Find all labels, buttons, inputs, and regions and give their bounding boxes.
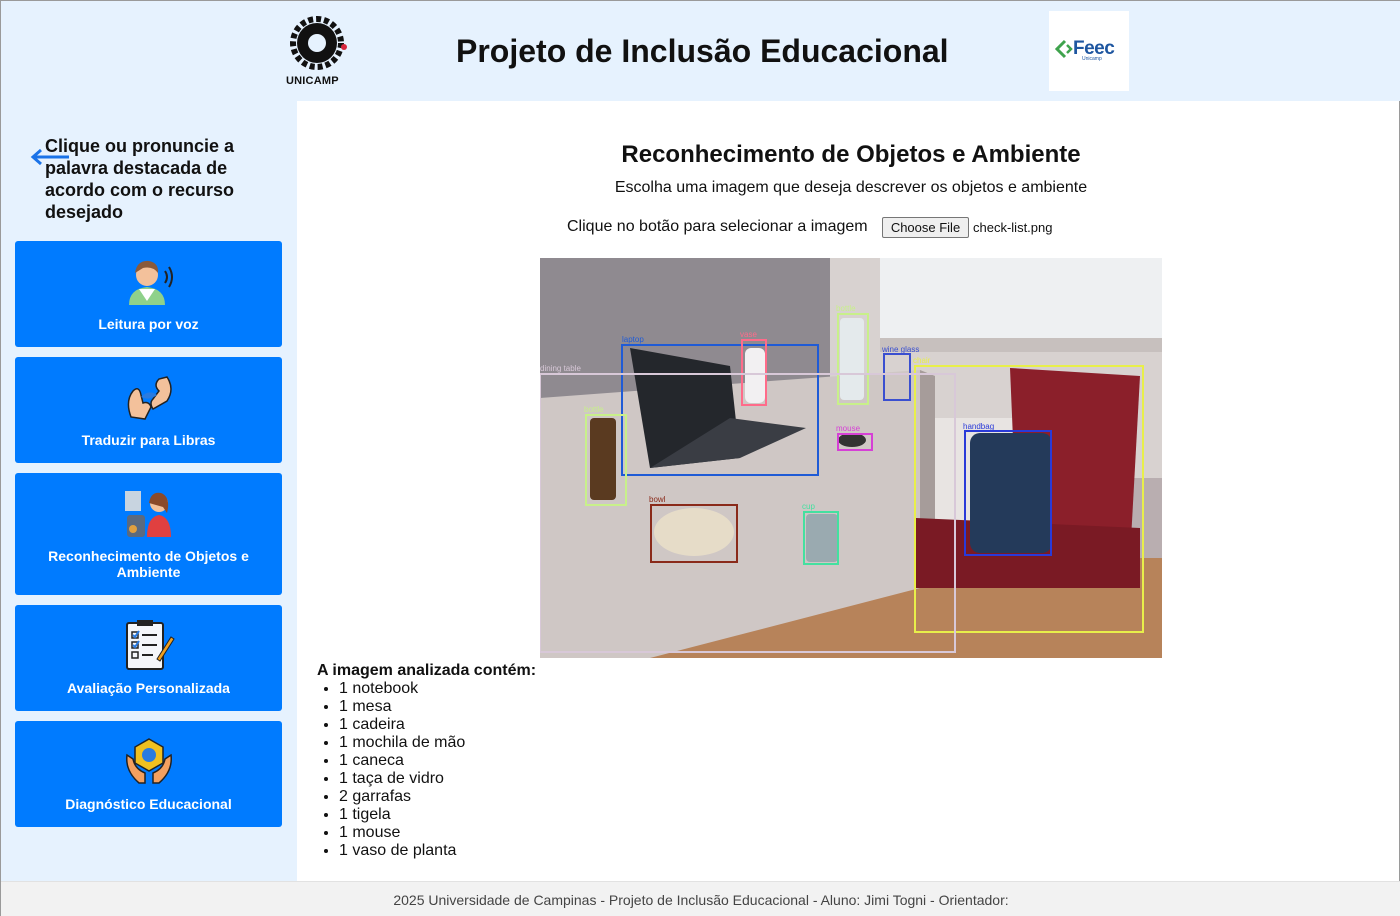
selected-file-name: check-list.png [973, 220, 1053, 235]
hands-diagnosis-icon [126, 738, 172, 784]
analyzed-image: laptop vase bottle wine glass chair dini… [540, 258, 1162, 658]
sidebar-instruction: Clique ou pronuncie a palavra destacada … [45, 136, 235, 222]
detection-label: bottle [584, 405, 604, 414]
list-item: 1 notebook [339, 680, 465, 698]
checklist-clipboard-icon [126, 620, 175, 670]
detection-label: mouse [836, 424, 861, 433]
detection-label: laptop [622, 335, 644, 344]
detection-label: bottle [836, 304, 856, 313]
detection-label: bowl [649, 495, 666, 504]
feec-logo: Feec Unicamp [1049, 11, 1129, 91]
results-list: 1 notebook 1 mesa 1 cadeira 1 mochila de… [339, 680, 465, 860]
list-item: 1 taça de vidro [339, 770, 465, 788]
file-prompt: Clique no botão para selecionar a imagem [567, 218, 868, 235]
detection-label: cup [802, 502, 815, 511]
sidebar-item-label: Diagnóstico Educacional [65, 796, 232, 812]
sidebar-item-traduzir-para-libras[interactable]: Traduzir para Libras [15, 357, 282, 463]
person-speaking-icon [129, 260, 173, 305]
sidebar-item-label: Avaliação Personalizada [67, 680, 230, 696]
sign-language-hands-icon [127, 376, 172, 420]
list-item: 1 mouse [339, 824, 465, 842]
section-title: Reconhecimento de Objetos e Ambiente [621, 141, 1081, 168]
results-heading: A imagem analizada contém: [317, 662, 537, 679]
list-item: 1 mochila de mão [339, 734, 465, 752]
sidebar-item-leitura-por-voz[interactable]: Leitura por voz [15, 241, 282, 347]
detection-label: handbag [963, 422, 994, 431]
sidebar-item-label: Reconhecimento de Objetos e Ambiente [48, 548, 249, 580]
list-item: 1 cadeira [339, 716, 465, 734]
list-item: 1 vaso de planta [339, 842, 465, 860]
detection-label: chair [913, 356, 931, 365]
objects-recognition-icon [125, 491, 171, 537]
header: UNICAMP Projeto de Inclusão Educacional … [1, 1, 1400, 101]
unicamp-logo-text: UNICAMP [286, 75, 339, 87]
detection-label: dining table [540, 364, 581, 373]
feec-mark-icon [1055, 39, 1073, 59]
feec-logo-subtext: Unicamp [1082, 56, 1102, 62]
list-item: 1 tigela [339, 806, 465, 824]
detection-label: vase [740, 330, 757, 339]
list-item: 1 mesa [339, 698, 465, 716]
sidebar-item-label: Traduzir para Libras [81, 432, 216, 448]
sidebar-item-diagnostico-educacional[interactable]: Diagnóstico Educacional [15, 721, 282, 827]
detection-label: wine glass [881, 345, 919, 354]
page-title: Projeto de Inclusão Educacional [456, 33, 949, 69]
list-item: 1 caneca [339, 752, 465, 770]
section-subtitle: Escolha uma imagem que deseja descrever … [614, 179, 1088, 196]
sidebar-item-label: Leitura por voz [98, 316, 199, 332]
sidebar-item-avaliacao-personalizada[interactable]: Avaliação Personalizada [15, 605, 282, 711]
footer: 2025 Universidade de Campinas - Projeto … [1, 881, 1400, 916]
choose-file-button[interactable]: Choose File [882, 217, 969, 238]
sidebar-item-reconhecimento-de-objetos[interactable]: Reconhecimento de Objetos e Ambiente [15, 473, 282, 595]
list-item: 2 garrafas [339, 788, 465, 806]
